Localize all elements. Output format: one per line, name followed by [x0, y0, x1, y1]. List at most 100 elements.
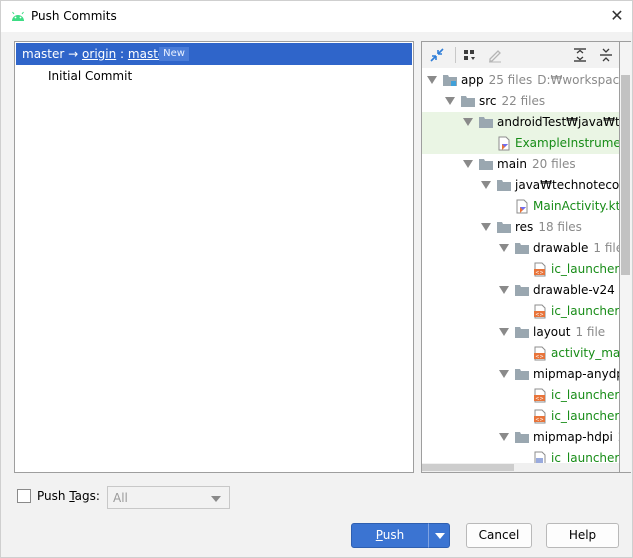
folder-icon [515, 432, 529, 443]
expand-arrow-icon[interactable] [499, 286, 509, 294]
vertical-scroll-thumb[interactable] [621, 75, 630, 275]
tree-row[interactable]: <> activity_main [422, 343, 620, 364]
tree-row[interactable]: ExampleInstrumente [422, 133, 620, 154]
horizontal-scrollbar[interactable] [422, 463, 619, 472]
group-by-icon[interactable] [461, 46, 479, 64]
expand-arrow-icon[interactable] [463, 160, 473, 168]
tree-row[interactable]: mipmap-anydpi [422, 364, 620, 385]
tree-row-label: layout 1 file [533, 325, 606, 339]
tree-row-label: res 18 files [515, 220, 582, 234]
expand-all-icon[interactable] [571, 46, 589, 64]
tree-row[interactable]: drawable1 file [422, 238, 619, 259]
tree-row-label: mipmap-anydpi [533, 367, 620, 381]
tree-row-label: activity_main [551, 346, 620, 360]
kotlin-file-icon [516, 199, 528, 214]
tree-row-label: mipmap-hdpi2 [533, 430, 619, 444]
branch-row[interactable]: master → origin : master New [16, 43, 412, 65]
svg-text:<>: <> [535, 312, 543, 318]
chevron-down-icon [435, 533, 445, 539]
expand-arrow-icon[interactable] [499, 370, 509, 378]
folder-icon [515, 327, 529, 338]
vertical-scrollbar[interactable] [620, 41, 631, 473]
folder-icon [515, 369, 529, 380]
file-tree: app25 filesD:₩workspace₩ src22 files andro… [422, 68, 620, 466]
tree-row-label: androidTest₩java₩tech [497, 115, 620, 129]
expand-arrow-icon[interactable] [427, 76, 437, 84]
commits-list: master → origin : master New Initial Com… [14, 41, 414, 473]
tree-row[interactable]: layout 1 file [422, 322, 619, 343]
toolbar-separator [455, 47, 456, 63]
tree-row[interactable]: <> ic_launcher.x [422, 385, 619, 406]
kotlin-file-icon [498, 136, 510, 151]
tree-row-label: ExampleInstrumente [515, 136, 620, 150]
tags-select[interactable]: All [107, 486, 230, 509]
tree-row-label: MainActivity.kt [533, 199, 620, 213]
expand-arrow-icon[interactable] [481, 223, 491, 231]
tree-row-label: ic_launcher_f [551, 304, 620, 318]
expand-arrow-icon[interactable] [499, 244, 509, 252]
xml-file-icon: <> [534, 346, 546, 361]
cancel-button[interactable]: Cancel [466, 523, 532, 548]
svg-text:<>: <> [535, 354, 543, 360]
title-bar: Push Commits ✕ [1, 1, 632, 32]
tree-row-label: src 22 files [479, 94, 546, 108]
tree-row[interactable]: <> ic_launcher_r [422, 406, 620, 427]
expand-arrow-icon[interactable] [481, 181, 491, 189]
tree-row-label: java₩technotecode₩ [515, 178, 620, 192]
android-icon [12, 11, 24, 21]
expand-arrow-icon[interactable] [445, 97, 455, 105]
expand-arrow-icon[interactable] [499, 328, 509, 336]
branch-label: master → origin : master [22, 47, 171, 61]
folder-icon [479, 159, 493, 170]
push-commits-dialog: Push Commits ✕ master → origin : master … [0, 0, 633, 558]
tree-row-label: drawable-v241 [533, 283, 615, 297]
commit-item[interactable]: Initial Commit [48, 69, 132, 83]
new-badge: New [159, 47, 189, 61]
tree-row[interactable]: MainActivity.kt [422, 196, 620, 217]
tree-row[interactable]: java₩technotecode₩ [422, 175, 620, 196]
folder-icon [443, 75, 457, 86]
collapse-all-icon[interactable] [597, 46, 615, 64]
push-tags-checkbox[interactable] [17, 489, 31, 503]
expand-arrow-icon[interactable] [499, 433, 509, 441]
dialog-title: Push Commits [31, 9, 117, 23]
help-button[interactable]: Help [546, 523, 619, 548]
horizontal-scroll-thumb[interactable] [422, 464, 514, 471]
svg-text:<>: <> [535, 270, 543, 276]
svg-text:<>: <> [535, 396, 543, 402]
tags-select-value: All [113, 491, 128, 505]
tree-row[interactable]: res 18 files [422, 217, 619, 238]
folder-icon [497, 222, 511, 233]
changed-files-panel: app25 filesD:₩workspace₩ src22 files andro… [421, 41, 620, 473]
tree-row-label: drawable1 file [533, 241, 619, 255]
tree-row[interactable]: <> ic_launcher_f [422, 301, 620, 322]
folder-icon [461, 96, 475, 107]
tree-row[interactable]: app25 filesD:₩workspace₩ [422, 70, 620, 91]
tree-row[interactable]: src 22 files [422, 91, 619, 112]
edit-icon[interactable] [486, 46, 504, 64]
push-options-dropdown[interactable] [428, 523, 450, 548]
chevron-down-icon [211, 496, 221, 502]
tree-row[interactable]: androidTest₩java₩tech [422, 112, 620, 133]
tree-row-label: ic_launcher.x [551, 388, 619, 402]
xml-file-icon: <> [534, 262, 546, 277]
tree-row[interactable]: <> ic_launcher_b [422, 259, 619, 280]
push-tags-label[interactable]: Push Tags: [37, 489, 100, 503]
tree-row[interactable]: drawable-v241 [422, 280, 619, 301]
folder-icon [497, 180, 511, 191]
tree-row[interactable]: main 20 files [422, 154, 619, 175]
expand-arrow-icon[interactable] [463, 118, 473, 126]
expand-collapse-icon[interactable] [428, 46, 446, 64]
xml-file-icon: <> [534, 409, 546, 424]
files-toolbar [422, 42, 619, 68]
folder-icon [479, 117, 493, 128]
tree-row-label: app25 filesD:₩workspace₩ [461, 73, 620, 87]
tree-row[interactable]: mipmap-hdpi2 [422, 427, 619, 448]
remote-link[interactable]: origin [82, 47, 116, 61]
close-icon[interactable]: ✕ [607, 6, 627, 26]
tree-row-label: ic_launcher_r [551, 409, 620, 423]
xml-file-icon: <> [534, 304, 546, 319]
push-button[interactable]: Push [351, 523, 429, 548]
folder-icon [515, 285, 529, 296]
xml-file-icon: <> [534, 388, 546, 403]
